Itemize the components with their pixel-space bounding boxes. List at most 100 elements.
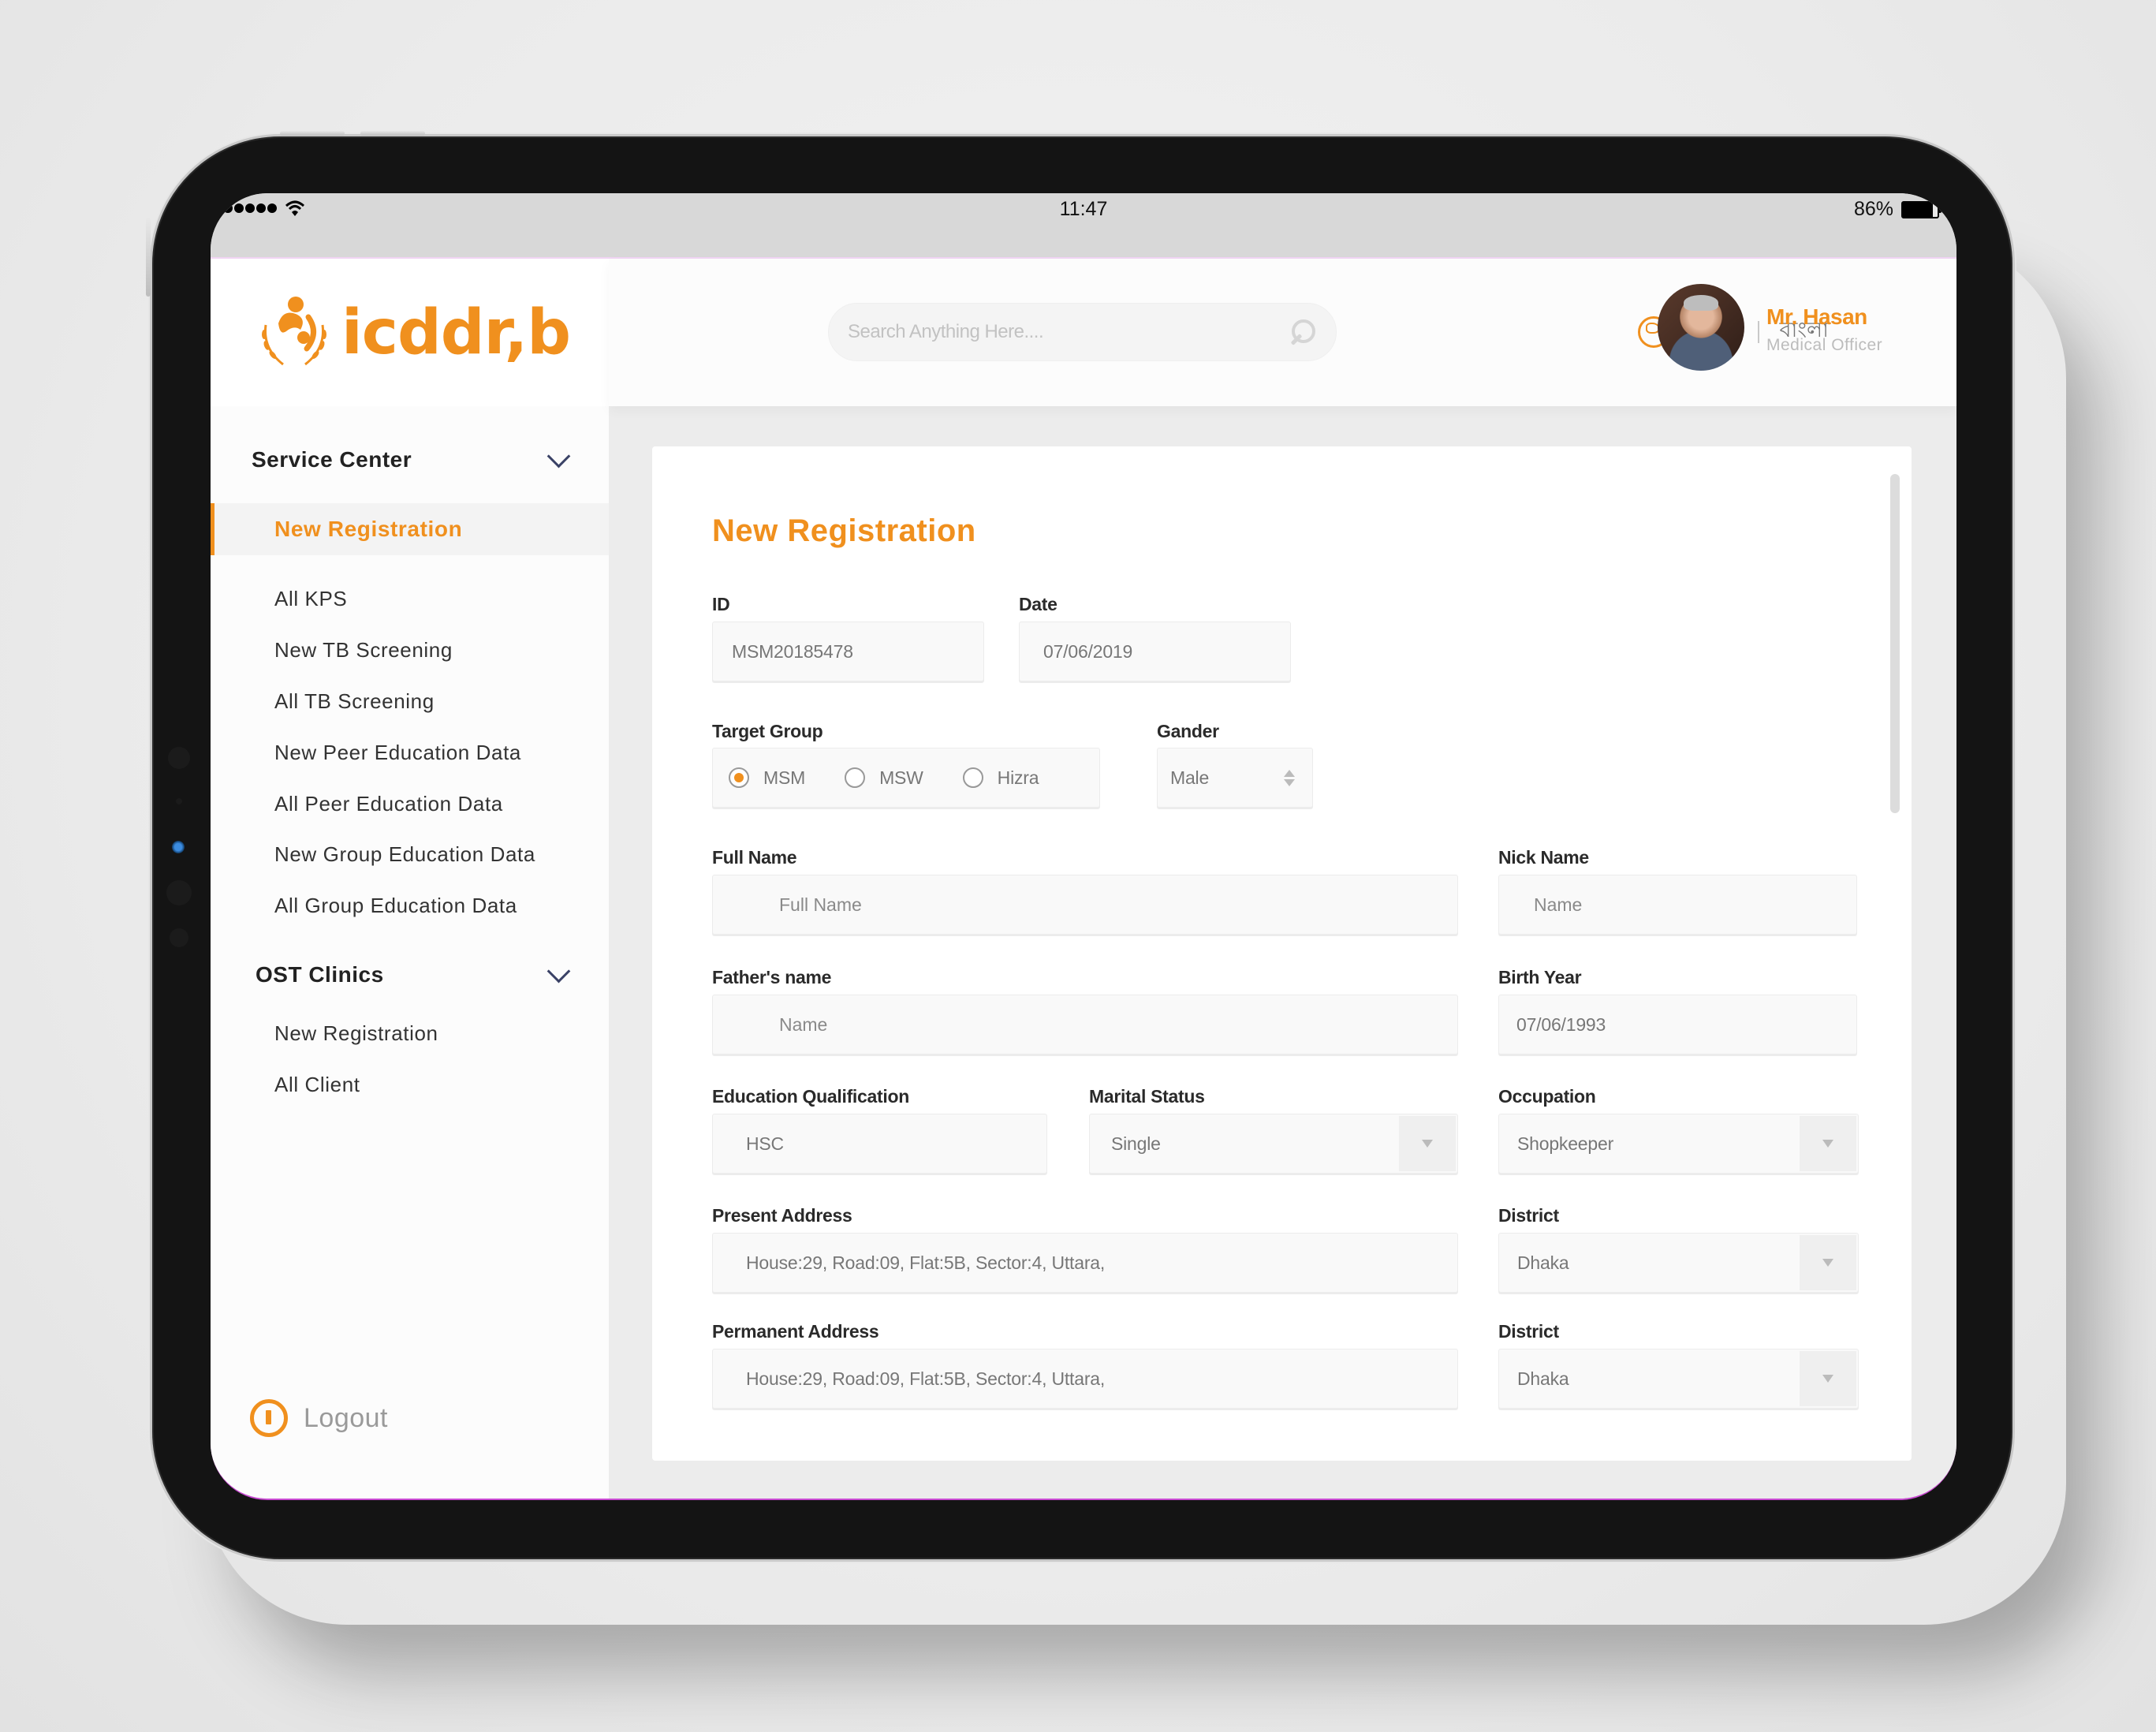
- nick-name-input[interactable]: [1516, 875, 1856, 934]
- birth-year-label: Birth Year: [1498, 967, 1582, 987]
- app: icddr,b Service Center New Registration …: [211, 259, 1956, 1499]
- full-name-label: Full Name: [712, 847, 797, 868]
- nav-item-new-tb-screening[interactable]: New TB Screening: [211, 624, 609, 676]
- search-bar[interactable]: [828, 303, 1337, 361]
- present-address-label: Present Address: [712, 1205, 852, 1226]
- caret-down-icon: [1822, 1375, 1833, 1383]
- fathers-name-field[interactable]: [712, 995, 1458, 1055]
- scrollbar[interactable]: [1890, 474, 1900, 813]
- nav-item-label: All Peer Education Data: [274, 791, 503, 816]
- nick-name-field[interactable]: [1498, 875, 1857, 935]
- camera-icon: [172, 841, 185, 853]
- status-right: 86%: [1854, 198, 1942, 221]
- nav-item-all-peer-education[interactable]: All Peer Education Data: [211, 778, 609, 830]
- nav-item-label: New Group Education Data: [274, 842, 535, 866]
- nav-item-all-kps[interactable]: All KPS: [211, 573, 609, 625]
- permanent-address-field[interactable]: House:29, Road:09, Flat:5B, Sector:4, Ut…: [712, 1349, 1458, 1409]
- nav-item-new-peer-education[interactable]: New Peer Education Data: [211, 726, 609, 778]
- sensor-dot: [168, 747, 190, 769]
- permanent-address-value: House:29, Road:09, Flat:5B, Sector:4, Ut…: [746, 1368, 1106, 1389]
- id-field[interactable]: MSM20185478: [712, 622, 984, 681]
- permanent-address-label: Permanent Address: [712, 1321, 879, 1342]
- logout-label: Logout: [304, 1402, 388, 1433]
- nav-group-ost-clinics[interactable]: OST Clinics: [211, 951, 609, 999]
- status-bar: 11:47 86%: [211, 193, 1956, 259]
- nav-item-label: New TB Screening: [274, 637, 453, 662]
- education-field[interactable]: HSC: [712, 1114, 1047, 1174]
- nav-item-new-registration[interactable]: New Registration: [211, 503, 609, 555]
- nav-item-label: All Group Education Data: [274, 893, 517, 917]
- education-label: Education Qualification: [712, 1086, 909, 1107]
- nav-item-label: New Registration: [274, 1021, 438, 1045]
- dropdown-caret[interactable]: [1800, 1351, 1856, 1406]
- gender-select[interactable]: Male: [1157, 748, 1313, 808]
- registration-form-card: New Registration ID MSM20185478 Date 07/…: [652, 446, 1912, 1461]
- fathers-name-input[interactable]: [746, 995, 1457, 1054]
- nav-item-all-tb-screening[interactable]: All TB Screening: [211, 675, 609, 727]
- nav-item-ost-new-registration[interactable]: New Registration: [211, 1007, 609, 1059]
- full-name-input[interactable]: [746, 875, 1457, 934]
- gender-label: Gander: [1157, 721, 1219, 741]
- sensor-dot: [176, 798, 182, 804]
- radio-label: Hizra: [997, 767, 1039, 788]
- radio-hizra[interactable]: Hizra: [962, 767, 1039, 789]
- logout-button[interactable]: Logout: [250, 1399, 388, 1437]
- date-value: 07/06/2019: [1043, 640, 1133, 662]
- icddrb-logo-icon: [262, 296, 326, 365]
- id-value: MSM20185478: [732, 640, 853, 662]
- nav-item-label: All Client: [274, 1072, 360, 1096]
- birth-year-field[interactable]: 07/06/1993: [1498, 995, 1857, 1055]
- nav-group-service-center[interactable]: Service Center: [211, 436, 609, 483]
- tablet-screen: 11:47 86% icddr,b Service Center New Reg…: [211, 193, 1956, 1500]
- user-avatar[interactable]: [1658, 284, 1744, 371]
- nav-item-new-group-education[interactable]: New Group Education Data: [211, 828, 609, 880]
- present-address-value: House:29, Road:09, Flat:5B, Sector:4, Ut…: [746, 1252, 1106, 1273]
- id-label: ID: [712, 594, 730, 614]
- nav-group-label: OST Clinics: [256, 962, 384, 987]
- volume-button-top: [280, 131, 345, 136]
- radio-msm[interactable]: MSM: [729, 767, 805, 789]
- occupation-select[interactable]: Shopkeeper: [1498, 1114, 1859, 1174]
- nav-group-label: Service Center: [252, 447, 412, 472]
- radio-unchecked-icon: [845, 767, 866, 788]
- marital-status-select[interactable]: Single: [1089, 1114, 1458, 1174]
- dropdown-caret[interactable]: [1399, 1116, 1456, 1171]
- target-group-radio-group: MSM MSW Hizra: [712, 748, 1100, 808]
- dropdown-caret[interactable]: [1800, 1116, 1856, 1171]
- dropdown-caret[interactable]: [1800, 1235, 1856, 1290]
- language-divider: [1757, 320, 1759, 343]
- logo[interactable]: icddr,b: [211, 259, 609, 406]
- birth-year-value: 07/06/1993: [1516, 1013, 1606, 1035]
- gender-value: Male: [1170, 767, 1210, 788]
- present-district-value: Dhaka: [1517, 1252, 1569, 1273]
- user-role: Medical Officer: [1766, 336, 1883, 354]
- sort-arrows-icon: [1284, 769, 1295, 786]
- volume-button-top-2: [360, 131, 425, 136]
- sensor-dot: [170, 928, 188, 947]
- permanent-district-select[interactable]: Dhaka: [1498, 1349, 1859, 1409]
- date-field[interactable]: 07/06/2019: [1019, 622, 1291, 681]
- fathers-name-label: Father's name: [712, 967, 832, 987]
- nav-item-all-client[interactable]: All Client: [211, 1058, 609, 1110]
- chevron-down-icon[interactable]: [548, 451, 565, 468]
- top-header: ENG বাংলা Mr. Hasan Medical Officer: [609, 259, 1956, 406]
- target-group-label: Target Group: [712, 721, 823, 741]
- side-button-left: [146, 218, 151, 297]
- chevron-down-icon[interactable]: [548, 966, 565, 984]
- logo-text: icddr,b: [341, 297, 571, 368]
- sidebar: icddr,b Service Center New Registration …: [211, 259, 609, 1499]
- search-icon[interactable]: [1289, 318, 1317, 346]
- present-district-label: District: [1498, 1205, 1559, 1226]
- radio-msw[interactable]: MSW: [845, 767, 923, 789]
- present-district-select[interactable]: Dhaka: [1498, 1233, 1859, 1293]
- nav-item-label: New Peer Education Data: [274, 740, 521, 764]
- nav-item-label: New Registration: [274, 517, 463, 541]
- search-input[interactable]: [848, 321, 1289, 343]
- marital-status-label: Marital Status: [1089, 1086, 1205, 1107]
- nav-item-all-group-education[interactable]: All Group Education Data: [211, 879, 609, 931]
- present-address-field[interactable]: House:29, Road:09, Flat:5B, Sector:4, Ut…: [712, 1233, 1458, 1293]
- user-name[interactable]: Mr. Hasan: [1766, 304, 1867, 330]
- education-value: HSC: [746, 1133, 784, 1154]
- battery-percent: 86%: [1853, 198, 1893, 220]
- full-name-field[interactable]: [712, 875, 1458, 935]
